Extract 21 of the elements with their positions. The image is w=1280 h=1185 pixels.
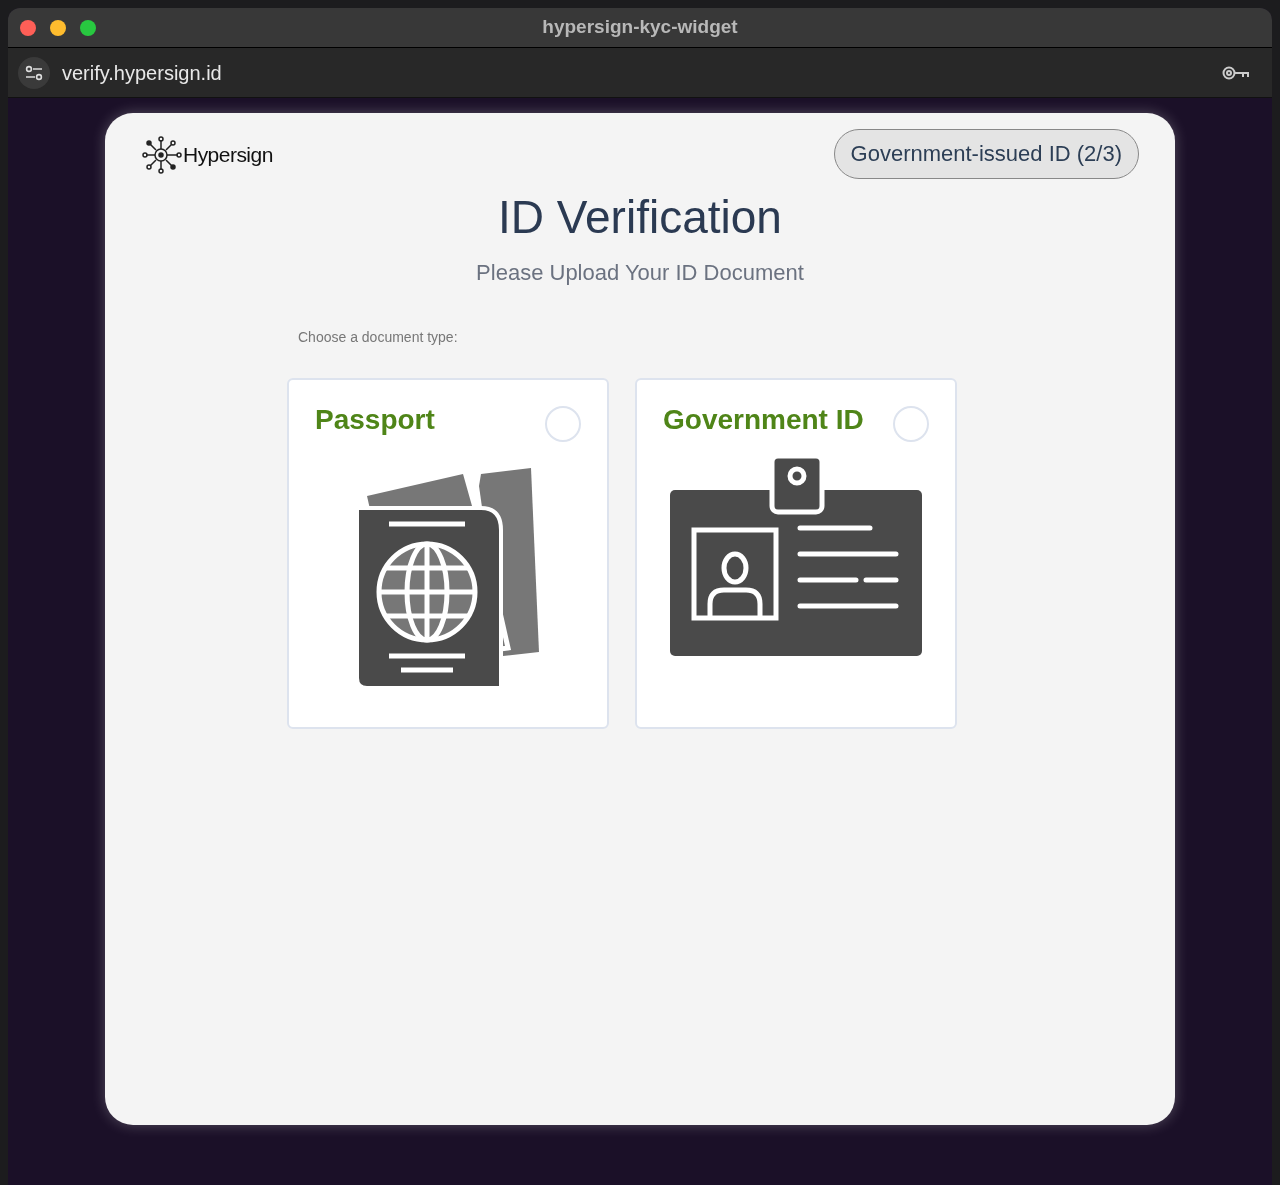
logo-icon — [141, 134, 183, 175]
settings-sliders-icon — [25, 64, 43, 81]
step-badge: Government-issued ID (2/3) — [833, 129, 1139, 179]
radio-button[interactable] — [545, 406, 581, 442]
key-icon[interactable] — [1222, 64, 1250, 81]
page-subtitle: Please Upload Your ID Document — [475, 259, 805, 287]
page-title: ID Verification — [497, 189, 783, 245]
option-label: Passport — [315, 403, 435, 437]
document-type-option[interactable]: Passport — [287, 378, 609, 729]
radio-button[interactable] — [893, 406, 929, 442]
minimize-window-button[interactable] — [50, 19, 66, 36]
url-text[interactable]: verify.hypersign.id — [62, 57, 222, 88]
zoom-window-button[interactable] — [80, 19, 96, 36]
window-title: hypersign-kyc-widget — [542, 15, 738, 40]
site-settings-button[interactable] — [18, 56, 50, 89]
id-card-icon — [670, 456, 922, 656]
document-type-prompt: Choose a document type: — [298, 328, 459, 347]
option-label: Government ID — [663, 403, 864, 437]
logo-wordmark: Hypersign — [183, 142, 273, 168]
document-type-option[interactable]: Government ID — [635, 378, 957, 729]
close-window-button[interactable] — [20, 19, 36, 36]
